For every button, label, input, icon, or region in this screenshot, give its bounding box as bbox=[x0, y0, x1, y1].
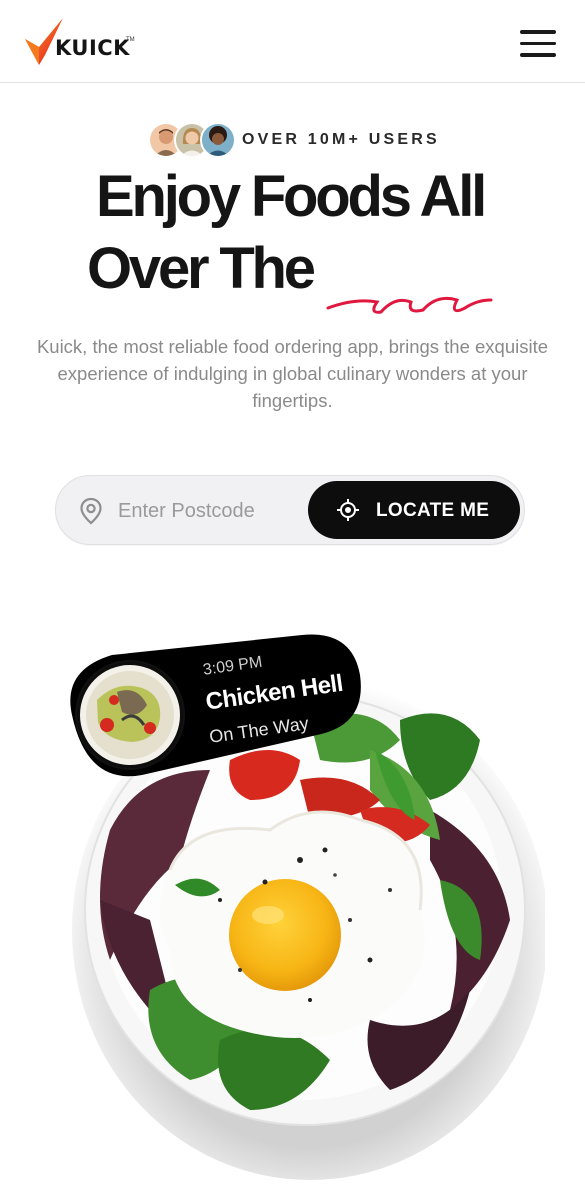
order-status-card[interactable]: 3:09 PM Chicken Hell On The Way bbox=[62, 630, 362, 780]
site-header: KUICK TM bbox=[0, 0, 585, 83]
hero-title-line2: Over The bbox=[87, 236, 316, 301]
hamburger-menu-icon[interactable] bbox=[520, 30, 558, 60]
logo-text: KUICK bbox=[55, 36, 130, 60]
postcode-input[interactable] bbox=[116, 490, 300, 532]
locate-me-button[interactable]: LOCATE ME bbox=[308, 481, 520, 539]
logo-trademark: TM bbox=[126, 37, 135, 43]
location-pin-icon bbox=[80, 497, 102, 525]
avatar bbox=[200, 122, 236, 158]
crosshair-icon bbox=[337, 499, 359, 521]
postcode-search-bar: LOCATE ME bbox=[55, 475, 525, 545]
locate-me-label: LOCATE ME bbox=[376, 500, 490, 521]
users-count-label: OVER 10M+ USERS bbox=[242, 131, 440, 148]
kuick-logo[interactable]: KUICK TM bbox=[25, 17, 135, 69]
hero-description: Kuick, the most reliable food ordering a… bbox=[36, 336, 549, 411]
hero-title-line1: Enjoy Foods All bbox=[96, 164, 487, 229]
squiggle-underline-icon bbox=[326, 296, 493, 314]
